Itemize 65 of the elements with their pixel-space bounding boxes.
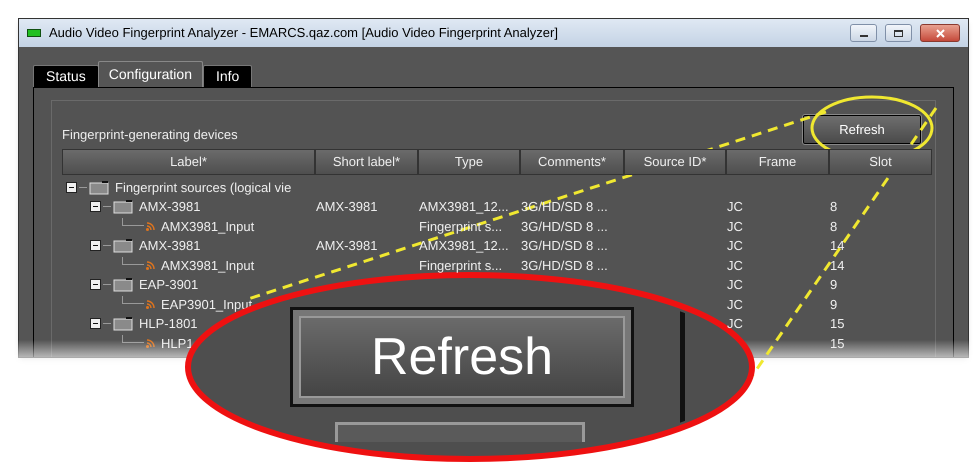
tree-item[interactable]: AMX-3981 [139, 236, 200, 256]
table-cell: 8 [830, 199, 838, 214]
folder-icon [113, 277, 133, 292]
folder-icon [113, 316, 133, 332]
table-cell: AMX3981_12... [419, 238, 509, 253]
maximize-button[interactable] [885, 24, 912, 42]
signal-icon [146, 260, 155, 270]
tree-item[interactable]: EAP-3901 [139, 275, 198, 294]
app-icon [27, 29, 41, 37]
column-header[interactable]: Comments* [520, 148, 624, 174]
tab[interactable]: Configuration [98, 61, 203, 87]
minimize-button[interactable] [850, 24, 877, 42]
table-cell: JC [727, 277, 743, 292]
table-cell: 8 [830, 218, 838, 234]
magnified-label: Refresh [370, 327, 554, 388]
tree-item[interactable]: HLP-1801 [139, 314, 198, 334]
folder-icon [113, 238, 133, 254]
collapse-toggle[interactable] [90, 279, 101, 290]
table-cell: JC [727, 199, 743, 214]
table-cell: 3G/HD/SD 8 ... [521, 218, 608, 234]
tab[interactable]: Status [33, 65, 99, 87]
table-cell: 3G/HD/SD 8 ... [521, 258, 608, 272]
folder-icon [113, 199, 133, 214]
column-header[interactable]: Short label* [315, 148, 418, 174]
signal-icon [146, 300, 155, 309]
collapse-toggle[interactable] [90, 318, 101, 330]
table-cell: JC [727, 296, 743, 312]
tree-item[interactable]: AMX-3981 [139, 197, 200, 216]
tree-item[interactable]: EAP3901_Input [161, 294, 252, 314]
collapse-toggle[interactable] [90, 240, 101, 252]
table-cell: 3G/HD/SD 8 ... [521, 238, 608, 253]
collapse-toggle[interactable] [90, 201, 101, 212]
tab[interactable]: Info [202, 65, 252, 87]
collapse-toggle[interactable] [66, 182, 77, 193]
column-header[interactable]: Label* [62, 148, 315, 174]
column-header[interactable]: Slot [829, 148, 932, 174]
group-title: Fingerprint-generating devices [62, 126, 238, 144]
close-icon [936, 28, 944, 38]
table-cell: AMX-3981 [316, 238, 378, 253]
table-cell: JC [727, 258, 743, 272]
tree-item[interactable]: Fingerprint sources (logical vie [115, 178, 292, 197]
refresh-button[interactable]: Refresh [803, 115, 921, 144]
tree-item[interactable]: HLP1 [161, 334, 194, 353]
table-cell: Fingerprint s... [419, 258, 502, 272]
table-cell: 9 [830, 277, 838, 292]
table-cell: 15 [830, 316, 844, 331]
signal-icon [146, 222, 155, 231]
table-cell: 14 [830, 258, 844, 272]
table-cell: JC [727, 218, 743, 234]
tree-item[interactable]: AMX3981_Input [161, 256, 254, 275]
window-title: Audio Video Fingerprint Analyzer - EMARCS.qaz.com [Audio Video Fingerprint Analyzer] [49, 24, 558, 42]
column-header[interactable]: Frame [726, 148, 829, 174]
column-header[interactable]: Type [418, 148, 520, 174]
column-header[interactable]: Source ID* [624, 148, 726, 174]
table-cell: AMX3981_12... [419, 199, 509, 214]
table-cell: AMX-3981 [316, 199, 378, 214]
table-cell: JC [727, 238, 743, 253]
table-cell: 15 [830, 336, 844, 350]
table-cell: 14 [830, 238, 844, 253]
signal-icon [146, 338, 155, 348]
table-cell: 9 [830, 296, 838, 312]
close-button[interactable] [920, 24, 960, 42]
folder-icon [89, 180, 109, 195]
table-cell: JC [727, 316, 743, 331]
tree-item[interactable]: AMX3981_Input [161, 216, 254, 236]
